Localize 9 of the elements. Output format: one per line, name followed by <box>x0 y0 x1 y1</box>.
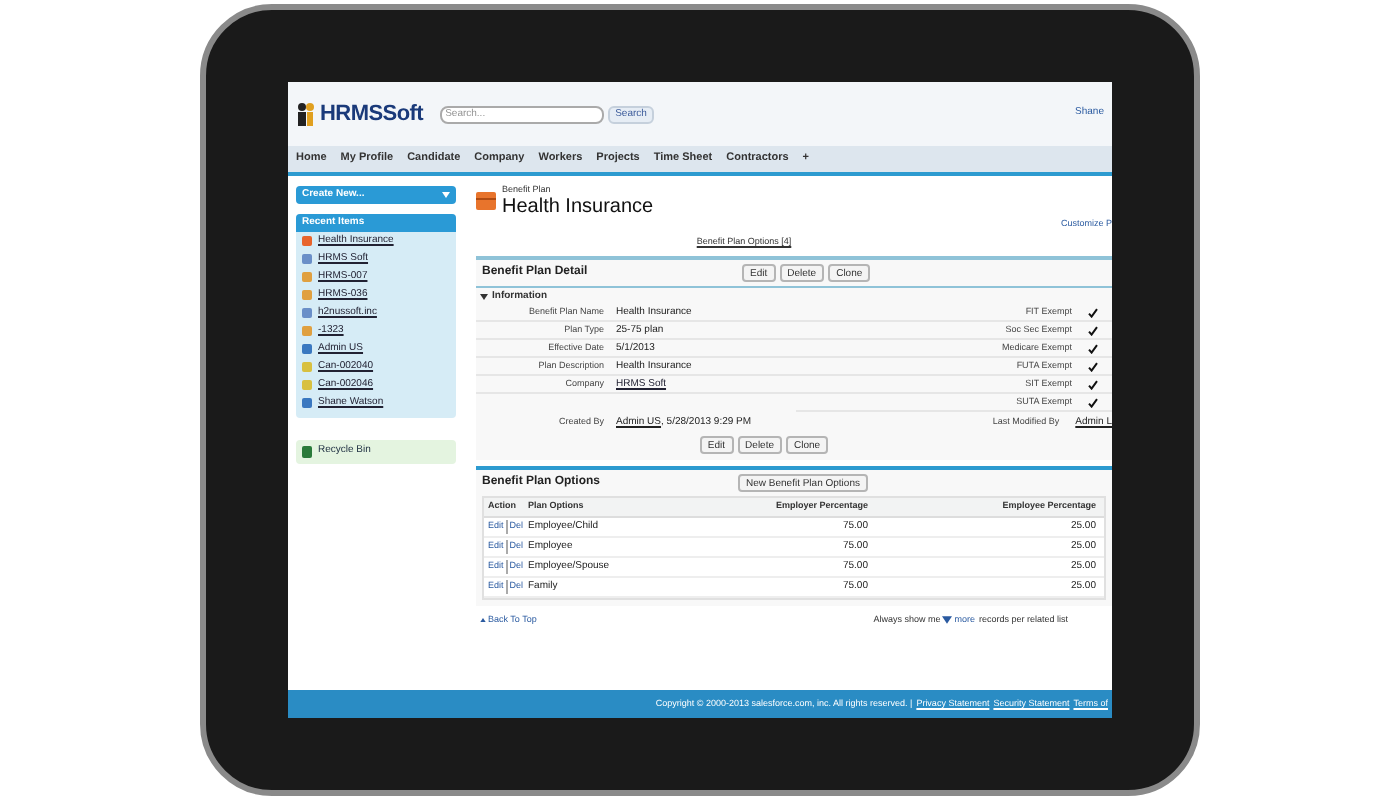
people-logo-icon <box>296 102 316 126</box>
up-arrow-icon <box>480 618 486 623</box>
box-icon <box>476 191 496 210</box>
logo-text: HRMSSoft <box>320 99 424 130</box>
trash-icon <box>302 446 312 458</box>
page-title: Health Insurance <box>502 197 654 218</box>
filter-icon <box>942 616 953 625</box>
collapse-icon[interactable] <box>480 293 488 300</box>
caret-icon <box>442 192 450 198</box>
